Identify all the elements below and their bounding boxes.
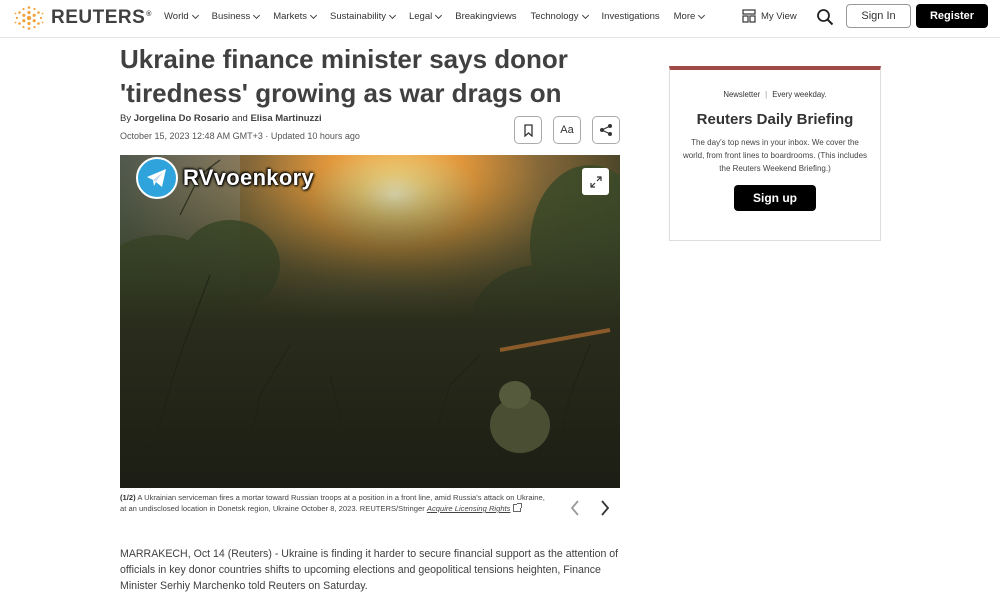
logo-wordmark: REUTERS®: [51, 7, 152, 28]
chevron-down-icon: [581, 11, 589, 19]
layout-grid-icon: [742, 9, 756, 23]
newsletter-tag: Newsletter | Every weekday.: [723, 90, 827, 99]
reuters-logo-mark: [14, 6, 44, 30]
licensing-link[interactable]: Acquire Licensing Rights: [427, 504, 511, 513]
search-icon[interactable]: [816, 8, 834, 26]
photo-caption: (1/2) A Ukrainian serviceman fires a mor…: [120, 492, 550, 514]
watermark: RVvoenkory: [136, 157, 314, 199]
chevron-left-icon: [570, 500, 579, 516]
bookmark-icon: [523, 123, 533, 137]
article-body-paragraph: MARRAKECH, Oct 14 (Reuters) - Ukraine is…: [120, 548, 619, 592]
publish-date: October 15, 2023 12:48 AM GMT+3 · Update…: [120, 131, 360, 141]
nav-item-business[interactable]: Business: [212, 11, 261, 22]
nav-item-investigations[interactable]: Investigations: [602, 11, 660, 22]
nav-item-markets[interactable]: Markets: [273, 11, 318, 22]
sign-in-button[interactable]: Sign In: [846, 4, 911, 28]
chevron-right-icon: [601, 500, 610, 516]
author-link[interactable]: Elisa Martinuzzi: [250, 113, 321, 124]
nav-item-technology[interactable]: Technology: [530, 11, 589, 22]
gallery-next-button[interactable]: [595, 497, 615, 519]
font-size-button[interactable]: Aa: [553, 116, 581, 144]
newsletter-signup-card: Newsletter | Every weekday. Reuters Daily …: [669, 66, 881, 241]
newsletter-description: The day's top news in your inbox. We cov…: [682, 138, 868, 173]
author-link[interactable]: Jorgelina Do Rosario: [134, 113, 230, 124]
article-headline: Ukraine finance minister says donor 'tir…: [120, 44, 568, 108]
chevron-down-icon: [191, 11, 199, 19]
share-icon: [600, 124, 612, 136]
external-link-icon: [513, 503, 523, 512]
nav-item-world[interactable]: World: [164, 11, 199, 22]
mortar-fire-image: [120, 155, 620, 488]
my-view-label: My View: [761, 10, 797, 22]
article-photo[interactable]: RVvoenkory: [120, 155, 620, 488]
watermark-text: RVvoenkory: [183, 165, 314, 190]
newsletter-sign-up-button[interactable]: Sign up: [734, 185, 816, 211]
nav-item-sustainability[interactable]: Sustainability: [330, 11, 397, 22]
byline: By Jorgelina Do Rosario and Elisa Martin…: [120, 113, 322, 124]
expand-image-button[interactable]: [582, 168, 609, 195]
chevron-down-icon: [253, 11, 261, 19]
nav-item-legal[interactable]: Legal: [409, 11, 443, 22]
top-navigation: REUTERS® World Business Markets Sustaina…: [0, 0, 1000, 38]
chevron-down-icon: [388, 11, 397, 19]
nav-item-breakingviews[interactable]: Breakingviews: [455, 11, 516, 22]
chevron-down-icon: [309, 11, 318, 19]
nav-item-more[interactable]: More: [674, 11, 706, 22]
font-size-label: Aa: [560, 124, 574, 136]
main-menu: World Business Markets Sustainability Le…: [164, 11, 718, 22]
my-view-link[interactable]: My View: [742, 9, 797, 23]
newsletter-title: Reuters Daily Briefing: [696, 111, 854, 128]
register-button[interactable]: Register: [916, 4, 988, 28]
share-button[interactable]: [592, 116, 620, 144]
gallery-counter: (1/2): [120, 493, 136, 502]
telegram-icon: [136, 157, 178, 199]
chevron-down-icon: [435, 11, 443, 19]
bookmark-button[interactable]: [514, 116, 542, 144]
reuters-logo[interactable]: REUTERS®: [13, 4, 152, 32]
chevron-down-icon: [698, 11, 706, 19]
expand-icon: [589, 175, 602, 188]
gallery-prev-button[interactable]: [565, 497, 585, 519]
